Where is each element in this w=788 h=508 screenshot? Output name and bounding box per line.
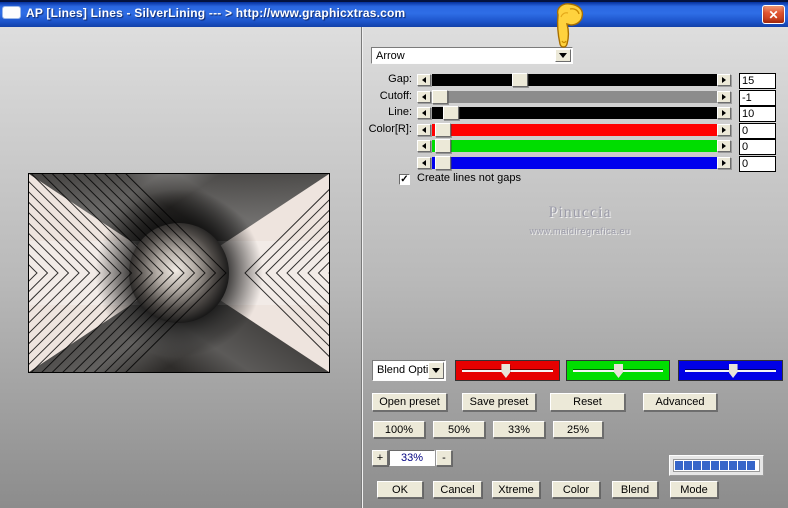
plugin-dialog: AP [Lines] Lines - SilverLining --- > ht… [0,0,788,508]
blend-options-dropdown[interactable]: Blend Options [372,360,446,381]
progress-bar-fill-container [673,459,760,472]
create-lines-checkbox[interactable]: ✓ [399,174,410,185]
title-bar[interactable]: AP [Lines] Lines - SilverLining --- > ht… [0,0,788,27]
arrow-left-icon [422,110,426,116]
cutoff-slider-track[interactable] [432,91,717,103]
cutoff-value-field[interactable]: -1 [739,90,776,106]
blue-mixer-slider[interactable] [678,360,783,381]
red-slider-thumb[interactable] [435,123,451,137]
red-slider-track[interactable] [432,124,717,136]
close-button[interactable]: ✕ [762,5,785,24]
arrow-right-icon [722,160,726,166]
zoom-in-button[interactable]: + [372,450,388,466]
red-mixer-thumb[interactable] [501,364,510,378]
arrow-left-icon [422,160,426,166]
green-decrement-button[interactable] [417,140,431,152]
blend-button[interactable]: Blend [612,481,658,498]
blue-slider-thumb[interactable] [435,156,451,170]
blue-decrement-button[interactable] [417,157,431,169]
blue-value-field[interactable]: 0 [739,156,776,172]
cutoff-slider-thumb[interactable] [432,90,448,104]
arrow-left-icon [422,77,426,83]
slider-label-color-g [346,139,412,152]
line-slider-track[interactable] [432,107,717,119]
slider-label-color-r: Color[R]: [346,123,412,136]
line-increment-button[interactable] [717,107,731,119]
blue-mixer-thumb[interactable] [729,364,738,378]
zoom-33-button[interactable]: 33% [493,421,545,438]
filter-preview [28,173,330,373]
gap-increment-button[interactable] [717,74,731,86]
chevron-down-icon [559,53,567,58]
line-slider-thumb[interactable] [443,106,459,120]
window-title: AP [Lines] Lines - SilverLining --- > ht… [26,6,405,20]
cancel-button[interactable]: Cancel [433,481,482,498]
cutoff-decrement-button[interactable] [417,91,431,103]
gap-value-field[interactable]: 15 [739,73,776,89]
green-increment-button[interactable] [717,140,731,152]
mode-button[interactable]: Mode [670,481,718,498]
chevron-down-icon [432,368,440,373]
arrow-left-icon [422,143,426,149]
gap-slider-thumb[interactable] [512,73,528,87]
green-slider-track[interactable] [432,140,717,152]
gap-decrement-button[interactable] [417,74,431,86]
watermark-name: Pinuccia [480,204,680,222]
green-mixer-thumb[interactable] [614,364,623,378]
arrow-right-icon [722,77,726,83]
slider-label-gap: Gap: [346,73,412,86]
preset-dropdown-value: Arrow [376,50,405,62]
preset-dropdown[interactable]: Arrow [371,47,573,64]
zoom-out-button[interactable]: - [436,450,452,466]
line-value-field[interactable]: 10 [739,106,776,122]
advanced-button[interactable]: Advanced [643,393,717,411]
line-decrement-button[interactable] [417,107,431,119]
zoom-100-button[interactable]: 100% [373,421,425,438]
open-preset-button[interactable]: Open preset [372,393,447,411]
red-value-field[interactable]: 0 [739,123,776,139]
create-lines-label: Create lines not gaps [417,172,521,184]
checkmark-icon: ✓ [400,174,408,185]
arrow-left-icon [422,94,426,100]
cutoff-increment-button[interactable] [717,91,731,103]
close-icon: ✕ [768,9,778,21]
green-slider-thumb[interactable] [435,139,451,153]
slider-label-color-b [346,156,412,169]
zoom-level-field[interactable]: 33% [389,450,435,466]
color-button[interactable]: Color [552,481,600,498]
progress-bar [669,455,764,476]
ok-button[interactable]: OK [377,481,423,498]
arrow-left-icon [422,127,426,133]
watermark-url: www.maidiregrafica.eu [480,226,680,236]
app-icon [3,7,20,18]
arrow-right-icon [722,110,726,116]
zoom-50-button[interactable]: 50% [433,421,485,438]
pointing-hand-icon [548,1,588,51]
red-decrement-button[interactable] [417,124,431,136]
xtreme-button[interactable]: Xtreme [492,481,540,498]
blue-increment-button[interactable] [717,157,731,169]
reset-button[interactable]: Reset [550,393,625,411]
blue-slider-track[interactable] [432,157,717,169]
slider-label-cutoff: Cutoff: [346,90,412,103]
arrow-right-icon [722,127,726,133]
gap-slider-track[interactable] [432,74,717,86]
blend-options-value: Blend Options [377,364,428,376]
save-preset-button[interactable]: Save preset [462,393,536,411]
red-mixer-slider[interactable] [455,360,560,381]
zoom-25-button[interactable]: 25% [553,421,603,438]
green-mixer-slider[interactable] [566,360,670,381]
arrow-right-icon [722,143,726,149]
red-increment-button[interactable] [717,124,731,136]
green-value-field[interactable]: 0 [739,139,776,155]
slider-label-line: Line: [346,106,412,119]
arrow-right-icon [722,94,726,100]
blend-options-button[interactable] [428,362,444,379]
